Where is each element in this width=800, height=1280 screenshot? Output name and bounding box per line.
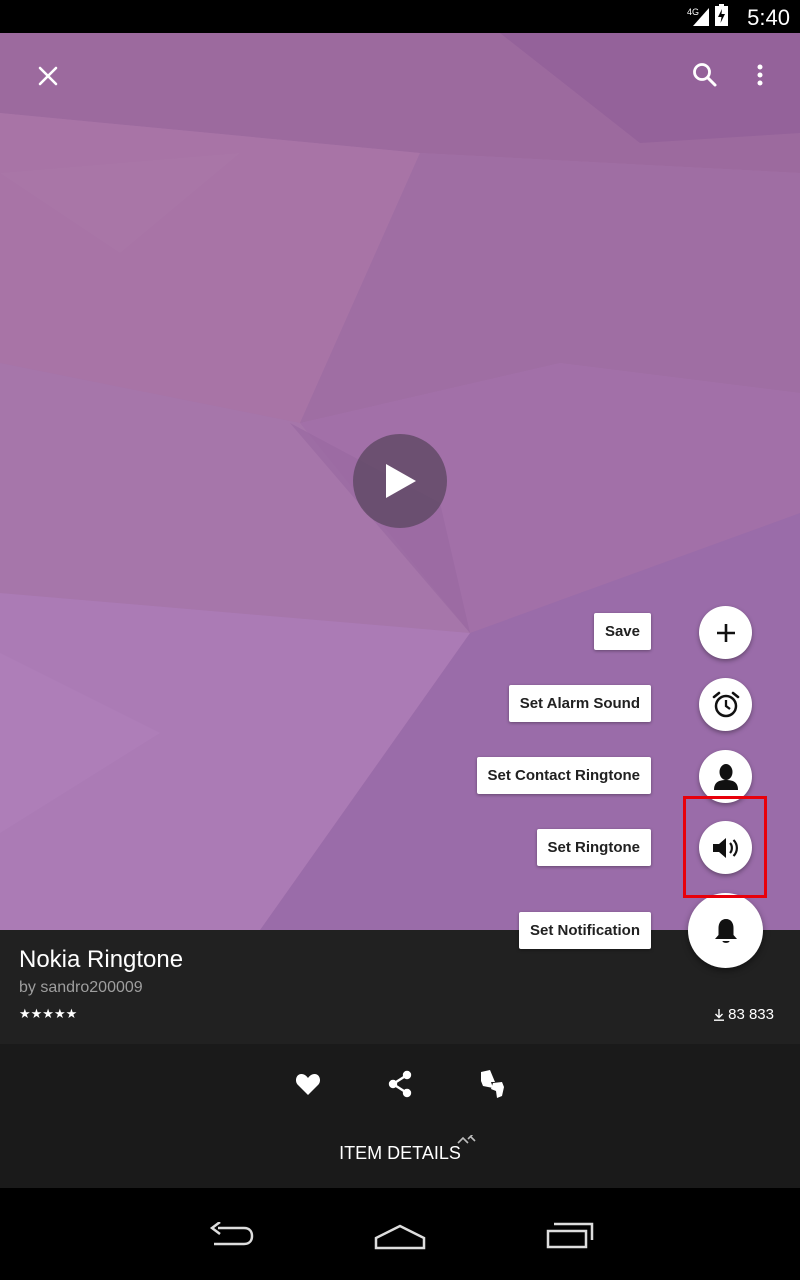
- set-notification-fab[interactable]: [688, 893, 763, 968]
- set-ringtone-label[interactable]: Set Ringtone: [536, 829, 651, 866]
- close-button[interactable]: [26, 54, 70, 98]
- set-alarm-sound-label[interactable]: Set Alarm Sound: [508, 685, 651, 722]
- more-vertical-icon: [757, 64, 763, 86]
- ringtone-title: Nokia Ringtone: [19, 946, 184, 973]
- share-button[interactable]: [378, 1062, 422, 1106]
- rating-stars: ★★★★★: [19, 1006, 78, 1021]
- save-label[interactable]: Save: [593, 613, 651, 650]
- back-button[interactable]: [195, 1216, 265, 1256]
- set-contact-ringtone-label[interactable]: Set Contact Ringtone: [476, 757, 651, 794]
- download-count-value: 83 833: [728, 1006, 774, 1023]
- item-details-toggle[interactable]: ITEM DETAILS: [0, 1143, 800, 1164]
- plus-icon: [716, 623, 735, 642]
- action-bar: ITEM DETAILS: [0, 1044, 800, 1188]
- search-button[interactable]: [683, 53, 727, 97]
- thumbs-down-icon: [481, 1070, 504, 1098]
- share-icon: [388, 1070, 412, 1098]
- save-fab[interactable]: [699, 606, 752, 659]
- home-icon: [374, 1224, 426, 1250]
- highlight-box: [683, 796, 767, 898]
- home-button[interactable]: [365, 1216, 435, 1256]
- favorite-button[interactable]: [286, 1062, 330, 1106]
- back-icon: [209, 1222, 254, 1246]
- close-icon: [38, 66, 58, 86]
- report-button[interactable]: [470, 1062, 514, 1106]
- ringtone-info: Nokia Ringtone by sandro200009 ★★★★★ 83 …: [0, 930, 800, 1044]
- play-button[interactable]: [353, 434, 447, 528]
- status-bar: 4G 5:40: [0, 0, 800, 33]
- svg-text:4G: 4G: [687, 7, 699, 17]
- set-notification-label[interactable]: Set Notification: [518, 912, 651, 949]
- signal-4g-icon: 4G: [687, 7, 709, 26]
- heart-icon: [295, 1074, 321, 1095]
- play-icon: [386, 464, 416, 498]
- system-nav-bar: [0, 1188, 800, 1280]
- battery-charging-icon: [715, 4, 728, 26]
- set-alarm-sound-fab[interactable]: [699, 678, 752, 731]
- search-icon: [693, 63, 717, 87]
- recent-apps-button[interactable]: [535, 1216, 605, 1256]
- recent-apps-icon: [546, 1222, 594, 1249]
- contact-person-icon: [713, 763, 738, 790]
- ringtone-author[interactable]: by sandro200009: [19, 979, 143, 997]
- status-time: 5:40: [747, 5, 790, 30]
- status-icons: 4G: [687, 4, 728, 26]
- download-icon: [714, 1008, 725, 1021]
- download-count: 83 833: [714, 1006, 774, 1023]
- alarm-clock-icon: [712, 691, 739, 717]
- ringtone-artwork: [0, 33, 800, 930]
- bell-icon: [714, 918, 737, 943]
- overflow-menu-button[interactable]: [738, 53, 782, 97]
